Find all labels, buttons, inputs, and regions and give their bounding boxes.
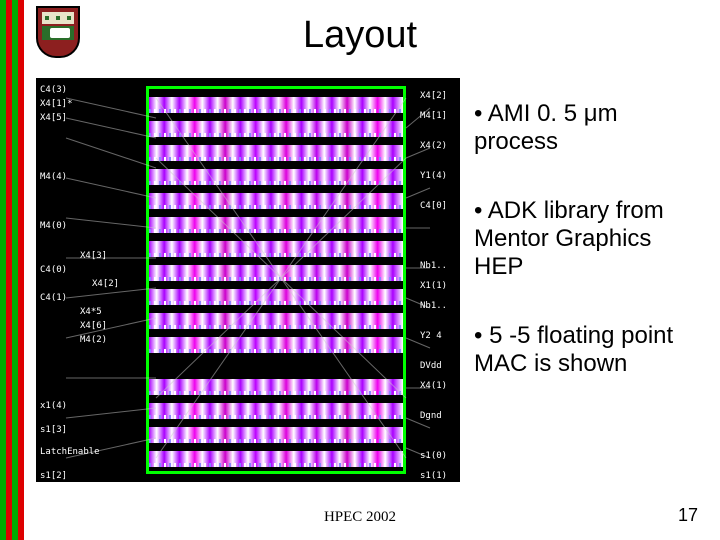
footer-page-number: 17 — [678, 505, 698, 526]
die-outline — [146, 86, 406, 474]
pin-label: C4(3) — [40, 85, 67, 95]
pin-label: X4*5 — [80, 307, 102, 317]
pin-label: s1(1) — [420, 471, 447, 481]
pin-label: Dgnd — [420, 411, 442, 421]
pin-label: x1(4) — [40, 401, 67, 411]
pin-label: LatchEnable — [40, 447, 100, 457]
pin-label: Nb1.. — [420, 261, 447, 271]
pin-label: Nb1.. — [420, 301, 447, 311]
pin-label: X4[5] — [40, 113, 67, 123]
pin-label: C4(1) — [40, 293, 67, 303]
pin-label: X4(1) — [420, 381, 447, 391]
pin-label: X4[1]* — [40, 99, 73, 109]
pin-label: X4[3] — [80, 251, 107, 261]
pin-label: X4[2] — [92, 279, 119, 289]
pin-label: C4(0) — [40, 265, 67, 275]
pin-label: X1(1) — [420, 281, 447, 291]
pin-label: X4[6] — [80, 321, 107, 331]
bullet-item: • 5 -5 floating point MAC is shown — [474, 322, 704, 379]
pin-label: M4(2) — [80, 335, 107, 345]
pin-label: Y1(4) — [420, 171, 447, 181]
pin-label: s1(0) — [420, 451, 447, 461]
decoration-stripe — [18, 0, 24, 540]
bullet-item: • AMI 0. 5 μm process — [474, 100, 704, 157]
pin-label: s1[2] — [40, 471, 67, 481]
pin-label: M4(4) — [40, 172, 67, 182]
pin-label: X4[2] — [420, 91, 447, 101]
pin-label: DVdd — [420, 361, 442, 371]
pin-label: Y2 4 — [420, 331, 442, 341]
pin-label: M4(0) — [40, 221, 67, 231]
footer-conference: HPEC 2002 — [0, 509, 720, 526]
slide-title: Layout — [0, 14, 720, 57]
pin-label: X4(2) — [420, 141, 447, 151]
pin-label: s1[3] — [40, 425, 67, 435]
pin-label: C4[0] — [420, 201, 447, 211]
bullet-list: • AMI 0. 5 μm process • ADK library from… — [474, 100, 704, 418]
chip-layout-figure: C4(3) X4[1]* X4[5] M4(4) M4(0) X4[3] C4(… — [36, 78, 460, 482]
bullet-item: • ADK library from Mentor Graphics HEP — [474, 197, 704, 282]
pin-label: M4[1] — [420, 111, 447, 121]
